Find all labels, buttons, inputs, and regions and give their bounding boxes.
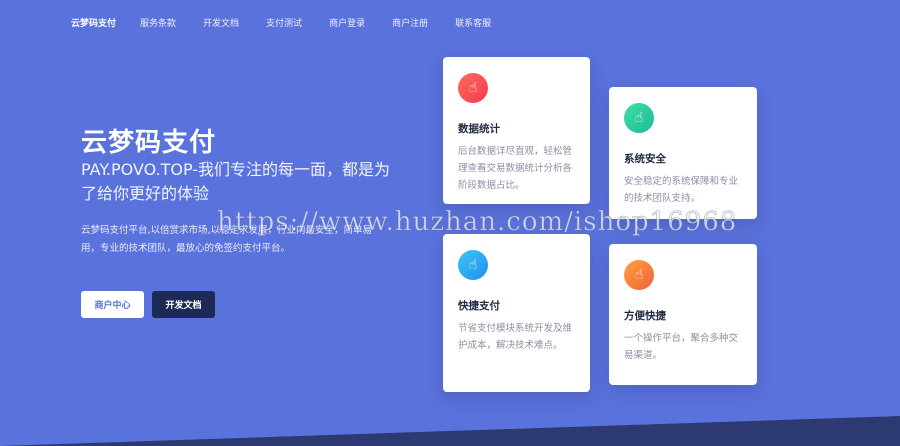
pointer-hand-icon: ☝ xyxy=(458,250,488,280)
nav-item-pay-test[interactable]: 支付测试 xyxy=(266,16,302,29)
feature-card-security: ☝ 系统安全 安全稳定的系统保障和专业的技术团队支持。 xyxy=(609,87,757,219)
brand-logo[interactable]: 云梦码支付 xyxy=(71,16,116,29)
card-text: 节省支付模块系统开发及维护成本，解决技术难点。 xyxy=(458,323,573,351)
nav-item-merchant-login[interactable]: 商户登录 xyxy=(329,16,365,29)
pointer-hand-icon: ☝ xyxy=(624,260,654,290)
pointer-hand-icon: ☝ xyxy=(458,73,488,103)
merchant-center-button[interactable]: 商户中心 xyxy=(81,291,144,318)
feature-card-convenient: ☝ 方便快捷 一个操作平台，聚合多种交易渠道。 xyxy=(609,244,757,385)
nav-item-dev-docs[interactable]: 开发文档 xyxy=(203,16,239,29)
top-nav: 云梦码支付 服务条款 开发文档 支付测试 商户登录 商户注册 联系客服 xyxy=(71,16,518,29)
card-text: 安全稳定的系统保障和专业的技术团队支持。 xyxy=(624,176,739,204)
hero-description: 云梦码支付平台,以倍赏求市场,以稳定求发展，行业内最安全，简单易用，专业的技术团… xyxy=(81,225,373,254)
card-text: 后台数据详尽直观，轻松管理查看交易数据统计分析各阶段数据占比。 xyxy=(458,146,573,191)
card-title: 方便快捷 xyxy=(624,310,666,322)
card-title: 系统安全 xyxy=(624,153,666,165)
feature-card-stats: ☝ 数据统计 后台数据详尽直观，轻松管理查看交易数据统计分析各阶段数据占比。 xyxy=(443,57,590,204)
feature-card-fast-pay: ☝ 快捷支付 节省支付模块系统开发及维护成本，解决技术难点。 xyxy=(443,234,590,392)
nav-item-contact-support[interactable]: 联系客服 xyxy=(455,16,491,29)
pointer-hand-icon: ☝ xyxy=(624,103,654,133)
dev-docs-button[interactable]: 开发文档 xyxy=(152,291,215,318)
hero-subtitle: PAY.POVO.TOP-我们专注的每一面，都是为了给你更好的体验 xyxy=(81,160,391,203)
nav-item-terms[interactable]: 服务条款 xyxy=(140,16,176,29)
hero-title: 云梦码支付 xyxy=(81,128,217,158)
card-text: 一个操作平台，聚合多种交易渠道。 xyxy=(624,333,739,361)
nav-item-merchant-register[interactable]: 商户注册 xyxy=(392,16,428,29)
bottom-decoration xyxy=(0,416,900,446)
card-title: 快捷支付 xyxy=(458,300,500,312)
card-title: 数据统计 xyxy=(458,123,500,135)
